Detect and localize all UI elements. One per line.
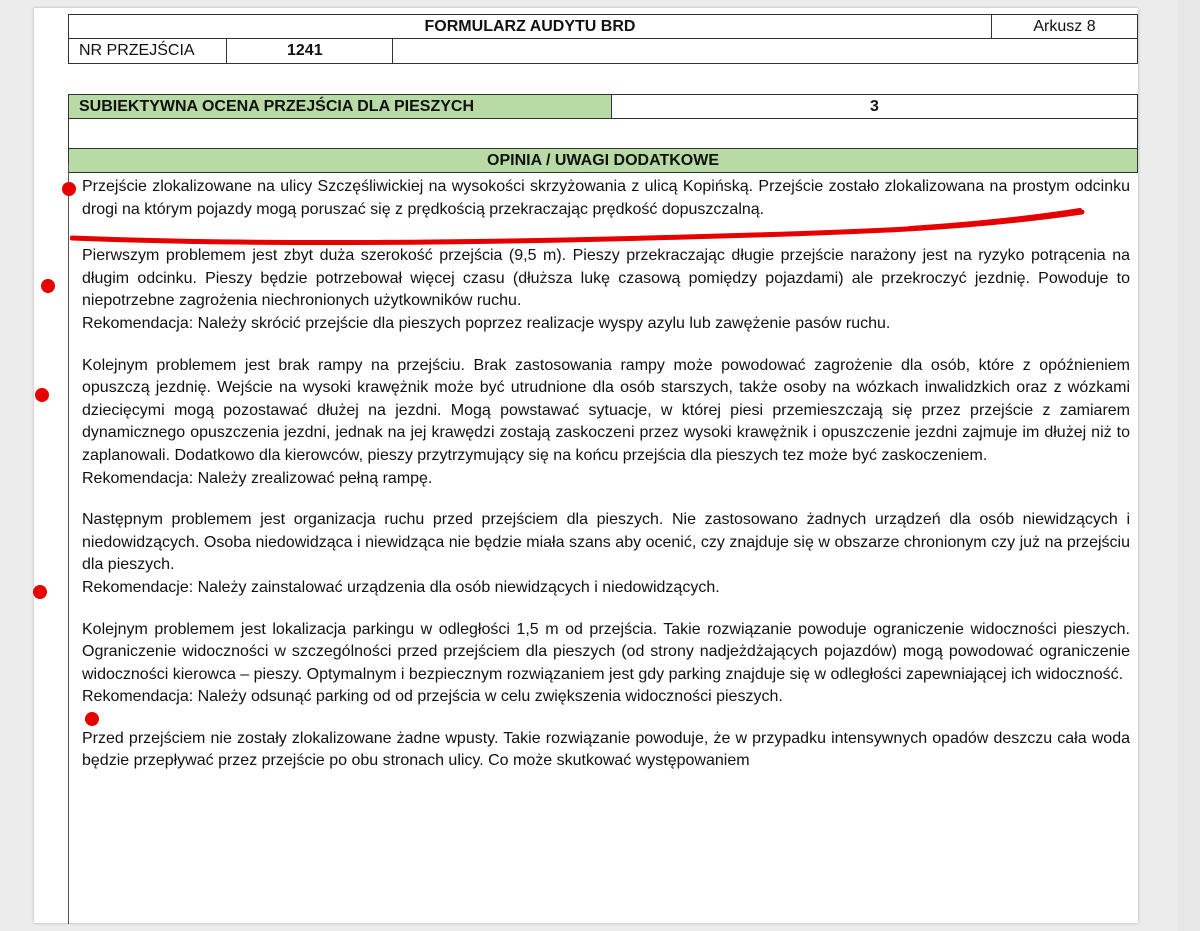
paragraph-recommendation-1: Rekomendacja: Należy skrócić przejście d… <box>82 314 891 332</box>
paragraph-recommendation-4: Rekomendacja: Należy odsunąć parking od … <box>82 688 783 706</box>
paragraph-problem-4: Kolejnym problemem jest lokalizacja park… <box>82 620 1130 683</box>
paragraph-recommendation-3: Rekomendacje: Należy zainstalować urządz… <box>82 578 720 596</box>
paragraph-recommendation-2: Rekomendacja: Należy zrealizować pełną r… <box>82 469 433 487</box>
crossing-number: 1241 <box>227 39 393 63</box>
opinion-body: Przejście zlokalizowane na ulicy Szczęśl… <box>82 176 1130 773</box>
opinion-heading: OPINIA / UWAGI DODATKOWE <box>69 149 1137 172</box>
crossing-empty-cell <box>393 39 1137 63</box>
rating-row: SUBIEKTYWNA OCENA PRZEJŚCIA DLA PIESZYCH… <box>68 94 1138 119</box>
paragraph-problem-3: Następnym problemem jest organizacja ruc… <box>82 511 1130 574</box>
paragraph-problem-5: Przed przejściem nie zostały zlokalizowa… <box>82 729 1130 770</box>
crossing-label: NR PRZEJŚCIA <box>69 39 227 63</box>
red-marker-dot <box>41 279 55 293</box>
sheet-label: Arkusz 8 <box>992 14 1138 39</box>
body-left-border <box>68 164 69 924</box>
red-marker-dot <box>33 585 47 599</box>
red-marker-dot <box>62 182 76 196</box>
rating-label: SUBIEKTYWNA OCENA PRZEJŚCIA DLA PIESZYCH <box>69 95 612 118</box>
header-row: FORMULARZ AUDYTU BRD Arkusz 8 <box>68 14 1138 39</box>
red-marker-dot <box>35 388 49 402</box>
red-underline-annotation <box>70 208 1085 245</box>
right-margin <box>1178 0 1200 931</box>
audit-form: FORMULARZ AUDYTU BRD Arkusz 8 NR PRZEJŚC… <box>68 14 1138 173</box>
form-title: FORMULARZ AUDYTU BRD <box>68 14 992 39</box>
paragraph-problem-2: Kolejnym problemem jest brak rampy na pr… <box>82 356 1130 464</box>
rating-value: 3 <box>870 97 879 115</box>
red-marker-dot <box>85 712 99 726</box>
paragraph-problem-1: Pierwszym problemem jest zbyt duża szero… <box>82 247 1130 310</box>
empty-row <box>68 119 1138 148</box>
opinion-heading-row: OPINIA / UWAGI DODATKOWE <box>68 148 1138 173</box>
crossing-row: NR PRZEJŚCIA 1241 <box>68 39 1138 64</box>
